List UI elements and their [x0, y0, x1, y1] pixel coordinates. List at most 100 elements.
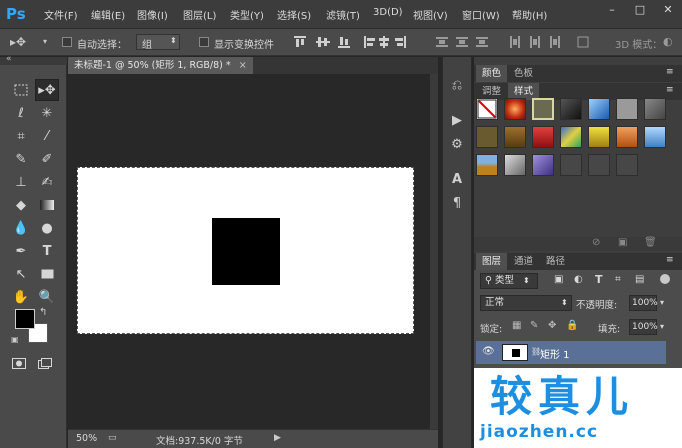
- tab-channels[interactable]: 通道: [508, 253, 539, 270]
- menu-view[interactable]: 视图(V): [413, 7, 448, 22]
- menu-type[interactable]: 类型(Y): [230, 7, 264, 22]
- properties-panel-icon[interactable]: ⚙: [445, 133, 469, 155]
- style-swatch[interactable]: [504, 126, 526, 148]
- filter-smart-object-icon[interactable]: ▤: [635, 274, 644, 285]
- actions-panel-icon[interactable]: ▶: [445, 109, 469, 131]
- distribute-buttons-group[interactable]: [434, 34, 594, 50]
- style-swatch[interactable]: [560, 98, 582, 120]
- auto-select-checkbox[interactable]: [62, 37, 72, 47]
- 3d-orbit-icon[interactable]: ◐: [663, 35, 673, 48]
- style-swatch[interactable]: [532, 154, 554, 176]
- tab-paths[interactable]: 路径: [540, 253, 571, 270]
- menu-help[interactable]: 帮助(H): [512, 7, 547, 22]
- preset-dropdown-icon[interactable]: ▾: [43, 37, 47, 46]
- delete-style-icon[interactable]: 🗑: [644, 237, 657, 248]
- filter-pixel-icon[interactable]: ▣: [554, 274, 563, 285]
- filter-type-icon[interactable]: T: [595, 273, 603, 286]
- black-rectangle-shape[interactable]: [212, 218, 280, 285]
- status-menu-arrow-icon[interactable]: ▶: [274, 433, 281, 443]
- style-swatch[interactable]: [476, 154, 498, 176]
- magic-wand-tool-icon[interactable]: ✳: [35, 102, 59, 124]
- clear-style-icon[interactable]: ⊘: [592, 237, 600, 248]
- style-swatch[interactable]: [588, 126, 610, 148]
- character-panel-icon[interactable]: A: [445, 168, 469, 190]
- opacity-dropdown-icon[interactable]: ▾: [660, 298, 664, 307]
- pen-tool-icon[interactable]: ✒: [9, 240, 33, 262]
- style-swatch[interactable]: [560, 154, 582, 176]
- style-swatch[interactable]: [616, 126, 638, 148]
- new-style-icon[interactable]: ▣: [618, 237, 627, 248]
- menu-edit[interactable]: 编辑(E): [91, 7, 125, 22]
- marquee-tool-icon[interactable]: [9, 79, 33, 101]
- fill-input[interactable]: 100%: [629, 319, 658, 335]
- eyedropper-tool-icon[interactable]: ⁄: [35, 125, 59, 147]
- style-swatch-none[interactable]: [476, 98, 498, 120]
- move-tool-preset-icon[interactable]: ▸✥: [10, 35, 26, 49]
- style-swatch[interactable]: [616, 154, 638, 176]
- menu-filter[interactable]: 滤镜(T): [326, 7, 360, 22]
- zoom-level[interactable]: 50%: [76, 433, 97, 444]
- document-tab[interactable]: 未标题-1 @ 50% (矩形 1, RGB/8) * ×: [68, 57, 253, 74]
- layer-row-selected[interactable]: 👁 ⛓ 矩形 1: [476, 341, 666, 364]
- style-swatch[interactable]: [588, 154, 610, 176]
- minimize-button[interactable]: –: [598, 0, 626, 20]
- style-swatch[interactable]: [476, 126, 498, 148]
- path-selection-tool-icon[interactable]: ↖: [9, 263, 33, 285]
- menu-layer[interactable]: 图层(L): [183, 7, 216, 22]
- screen-mode-icon[interactable]: [33, 352, 57, 374]
- lock-position-icon[interactable]: ✥: [548, 320, 556, 331]
- healing-brush-tool-icon[interactable]: ✎: [9, 148, 33, 170]
- quick-mask-icon[interactable]: [7, 352, 31, 374]
- foreground-color-front[interactable]: [15, 309, 35, 329]
- zoom-tool-icon[interactable]: 🔍: [35, 286, 59, 308]
- auto-select-dropdown[interactable]: 组 ⬍: [136, 34, 180, 51]
- filter-adjustment-icon[interactable]: ◐: [574, 274, 583, 285]
- tab-swatches[interactable]: 色板: [508, 65, 539, 82]
- tab-layers[interactable]: 图层: [476, 253, 508, 270]
- style-swatch[interactable]: [560, 126, 582, 148]
- blend-mode-dropdown[interactable]: 正常 ⬍: [480, 295, 572, 311]
- visibility-eye-icon[interactable]: 👁: [482, 346, 495, 357]
- panel-menu-icon[interactable]: ≡: [666, 85, 674, 95]
- menu-select[interactable]: 选择(S): [277, 7, 311, 22]
- history-brush-tool-icon[interactable]: ✍: [35, 171, 59, 193]
- style-swatch-selected[interactable]: [532, 98, 554, 120]
- status-preview-icon[interactable]: ▭: [108, 433, 117, 443]
- blur-tool-icon[interactable]: 💧: [9, 217, 33, 239]
- filter-shape-icon[interactable]: ⌗: [615, 274, 621, 285]
- hand-tool-icon[interactable]: ✋: [9, 286, 33, 308]
- align-buttons-group[interactable]: [292, 34, 417, 50]
- show-transform-checkbox[interactable]: [199, 37, 209, 47]
- layer-filter-dropdown[interactable]: ⚲ 类型 ⬍: [480, 273, 538, 289]
- style-swatch[interactable]: [616, 98, 638, 120]
- rectangle-tool-icon[interactable]: [35, 263, 59, 285]
- close-tab-icon[interactable]: ×: [239, 60, 247, 71]
- fill-dropdown-icon[interactable]: ▾: [660, 322, 664, 331]
- style-swatch[interactable]: [644, 126, 666, 148]
- clone-stamp-tool-icon[interactable]: ⊥: [9, 171, 33, 193]
- history-panel-icon[interactable]: ⎌: [445, 74, 469, 96]
- style-swatch[interactable]: [504, 154, 526, 176]
- opacity-input[interactable]: 100%: [629, 295, 658, 311]
- brush-tool-icon[interactable]: ✐: [35, 148, 59, 170]
- style-swatch[interactable]: [532, 126, 554, 148]
- menu-image[interactable]: 图像(I): [137, 7, 168, 22]
- lasso-tool-icon[interactable]: ℓ: [9, 102, 33, 124]
- restore-button[interactable]: □: [626, 0, 654, 20]
- gradient-tool-icon[interactable]: [35, 194, 59, 216]
- panel-menu-icon[interactable]: ≡: [666, 255, 674, 265]
- close-window-button[interactable]: ✕: [654, 0, 682, 20]
- swap-colors-icon[interactable]: ↰: [39, 307, 47, 318]
- style-swatch[interactable]: [504, 98, 526, 120]
- eraser-tool-icon[interactable]: ◆: [9, 194, 33, 216]
- dodge-tool-icon[interactable]: ●: [35, 217, 59, 239]
- filter-toggle-icon[interactable]: [660, 274, 670, 284]
- lock-transparent-icon[interactable]: ▦: [512, 320, 521, 331]
- lock-image-icon[interactable]: ✎: [530, 320, 538, 331]
- collapse-icon[interactable]: «: [6, 54, 12, 64]
- crop-tool-icon[interactable]: ⌗: [9, 125, 33, 147]
- default-colors-icon[interactable]: ▣: [11, 335, 19, 344]
- tab-color[interactable]: 颜色: [476, 65, 508, 82]
- vertical-scrollbar[interactable]: [430, 74, 438, 429]
- lock-all-icon[interactable]: 🔒: [566, 320, 578, 331]
